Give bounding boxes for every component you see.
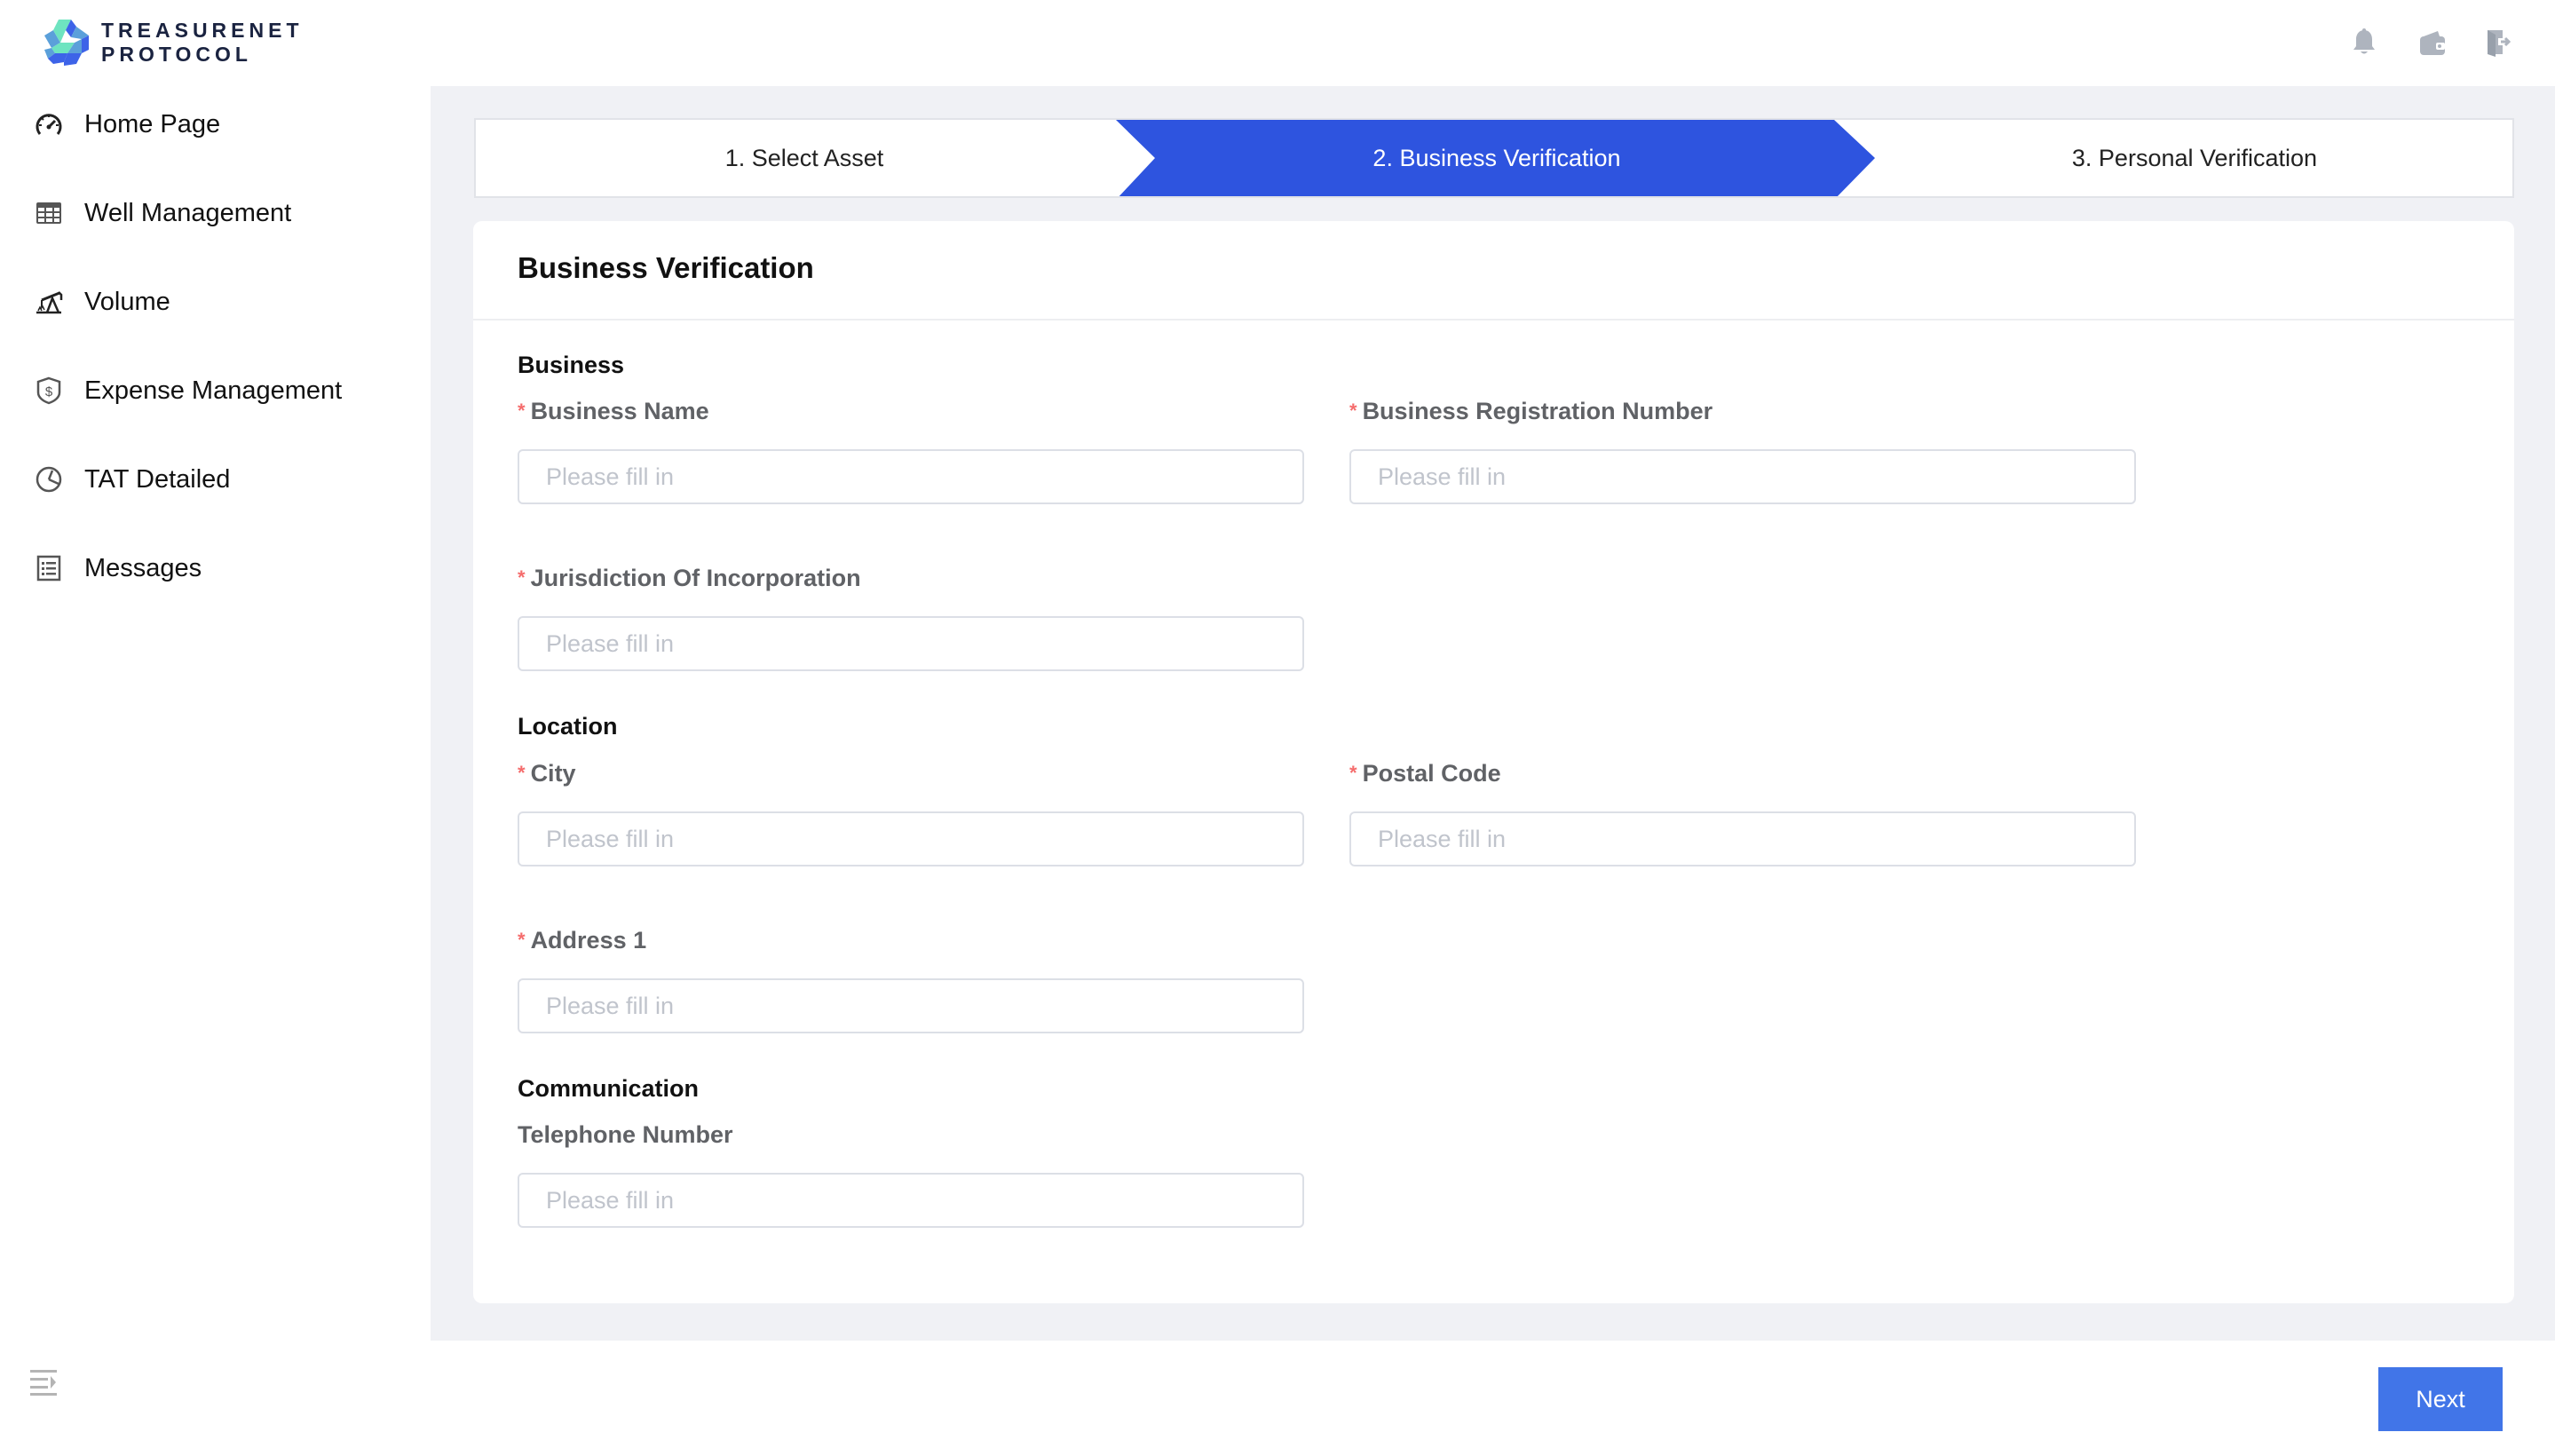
telephone-input[interactable] <box>518 1173 1304 1228</box>
sidebar-item-label: Well Management <box>84 198 292 227</box>
card-divider <box>473 319 2514 320</box>
section-location: Location <box>518 713 618 740</box>
sidebar-item-messages[interactable]: Messages <box>0 533 431 604</box>
step-progress-bar: 1. Select Asset 2. Business Verification… <box>474 118 2514 198</box>
dashboard-gauge-icon <box>34 109 64 139</box>
sidebar-item-well-management[interactable]: Well Management <box>0 178 431 249</box>
step-select-asset[interactable]: 1. Select Asset <box>476 120 1133 196</box>
step-business-verification[interactable]: 2. Business Verification <box>1155 120 1839 196</box>
required-asterisk: * <box>518 929 526 951</box>
wallet-icon[interactable] <box>2417 25 2448 60</box>
brand-logo[interactable]: TREASURENET PROTOCOL <box>41 16 304 69</box>
jurisdiction-label: * Jurisdiction Of Incorporation <box>518 565 861 591</box>
city-input[interactable] <box>518 811 1304 866</box>
brand-line2: PROTOCOL <box>101 43 252 66</box>
list-document-icon <box>34 553 64 583</box>
postal-code-label: * Postal Code <box>1349 760 1501 787</box>
next-button[interactable]: Next <box>2378 1367 2503 1431</box>
sidebar: Home Page Well Management Volume $ Expen… <box>0 86 431 1456</box>
sidebar-item-label: Home Page <box>84 109 221 138</box>
sidebar-item-home-page[interactable]: Home Page <box>0 89 431 160</box>
card-title: Business Verification <box>518 251 814 284</box>
address1-label: * Address 1 <box>518 927 647 954</box>
business-name-input[interactable] <box>518 449 1304 504</box>
oil-pump-icon <box>34 287 64 317</box>
sidebar-item-label: TAT Detailed <box>84 464 231 494</box>
treasurenet-logo-icon <box>44 20 89 66</box>
footer-bar <box>431 1341 2555 1456</box>
pie-clock-icon <box>34 464 64 495</box>
sidebar-item-tat-detailed[interactable]: TAT Detailed <box>0 444 431 515</box>
section-business: Business <box>518 352 625 378</box>
top-header: TREASURENET PROTOCOL <box>0 0 2555 86</box>
brand-line1: TREASURENET <box>101 19 304 42</box>
required-asterisk: * <box>1349 400 1357 422</box>
sidebar-item-expense-management[interactable]: $ Expense Management <box>0 355 431 426</box>
required-asterisk: * <box>1349 762 1357 784</box>
telephone-label: Telephone Number <box>518 1121 733 1148</box>
sidebar-item-label: Messages <box>84 553 202 582</box>
business-registration-number-label: * Business Registration Number <box>1349 398 1713 424</box>
jurisdiction-input[interactable] <box>518 616 1304 671</box>
table-grid-icon <box>34 198 64 228</box>
shield-dollar-icon: $ <box>34 376 64 406</box>
bell-icon[interactable] <box>2349 25 2379 60</box>
business-verification-card: Business Verification Business * Business… <box>473 221 2514 1303</box>
required-asterisk: * <box>518 762 526 784</box>
svg-text:$: $ <box>45 384 53 400</box>
brand-name: TREASURENET PROTOCOL <box>101 19 304 67</box>
city-label: * City <box>518 760 576 787</box>
business-name-label: * Business Name <box>518 398 709 424</box>
section-communication: Communication <box>518 1075 700 1102</box>
postal-code-input[interactable] <box>1349 811 2136 866</box>
logout-icon[interactable] <box>2484 25 2514 60</box>
address1-input[interactable] <box>518 978 1304 1033</box>
sidebar-item-label: Volume <box>84 287 170 316</box>
collapse-menu-icon[interactable] <box>28 1367 60 1397</box>
sidebar-item-label: Expense Management <box>84 376 343 405</box>
step-personal-verification[interactable]: 3. Personal Verification <box>1875 120 2512 196</box>
required-asterisk: * <box>518 566 526 589</box>
business-registration-number-input[interactable] <box>1349 449 2136 504</box>
required-asterisk: * <box>518 400 526 422</box>
sidebar-item-volume[interactable]: Volume <box>0 266 431 337</box>
